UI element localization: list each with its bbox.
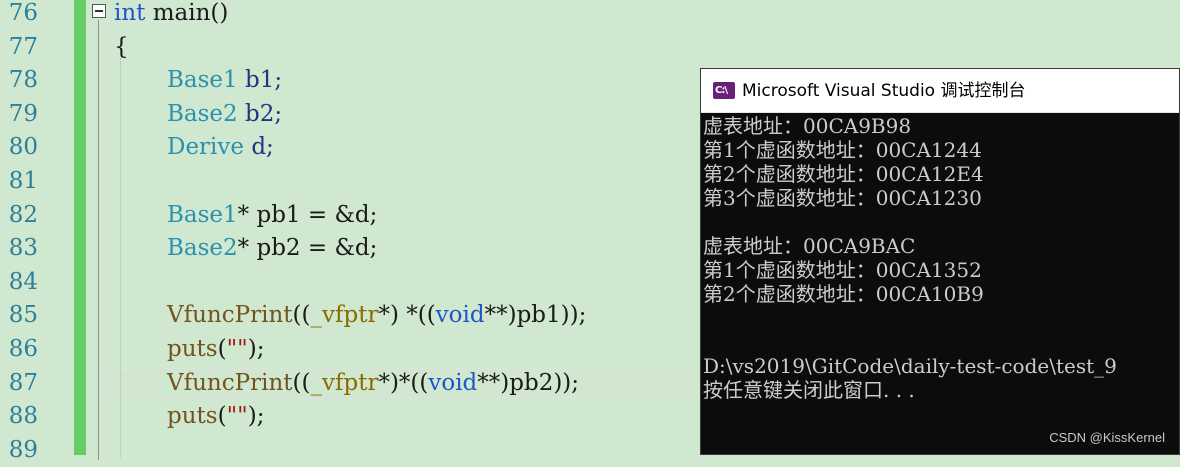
visual-studio-console-icon: C:\ [713,82,735,99]
line-number: 83 [8,235,38,262]
keyword: void [428,369,478,396]
function-name: VfuncPrint [167,302,293,329]
code-text: { [114,33,129,60]
type-name: _vfptr [310,369,379,396]
fold-outline [98,20,99,460]
type-name: _vfptr [310,302,379,329]
line-number: 89 [8,436,38,463]
console-line: 虚表地址：00CA9B98 [703,114,912,138]
code-text: b1; [237,67,283,94]
keyword: int [114,0,146,26]
line-number: 79 [8,100,38,127]
type-name: Base1 [167,201,238,228]
line-number: 85 [8,302,38,329]
line-number: 76 [8,0,38,26]
console-line: 第3个虚函数地址：00CA1230 [703,186,982,210]
console-titlebar[interactable]: C:\ Microsoft Visual Studio 调试控制台 [701,69,1179,113]
function-name: puts [167,403,218,430]
code-text: main() [145,0,229,26]
code-text: ); [247,336,265,362]
code-line-88[interactable]: puts(""); [167,400,264,433]
code-line-85[interactable]: VfuncPrint((_vfptr*) *((void**)pb1)); [167,299,586,332]
code-text: (( [292,302,311,329]
code-text: ( [217,336,227,362]
console-line: 第2个虚函数地址：00CA10B9 [703,282,984,306]
line-number: 81 [8,168,38,194]
code-text: * pb1 = &d; [237,201,378,228]
collapse-icon[interactable] [92,4,106,18]
type-name: Derive [167,134,245,161]
code-text: b2; [237,100,283,127]
code-line-80[interactable]: Derive d; [167,131,274,164]
debug-console-window[interactable]: C:\ Microsoft Visual Studio 调试控制台 虚表地址：0… [700,68,1180,455]
type-name: Base1 [167,67,238,94]
code-text: * pb2 = &d; [237,235,378,262]
code-text: *) *(( [378,302,436,329]
watermark: CSDN @KissKernel [1049,430,1165,445]
code-line-87[interactable]: VfuncPrint((_vfptr*)*((void**)pb2)); [167,367,579,400]
console-line: 第1个虚函数地址：00CA1244 [703,138,982,162]
line-number: 82 [8,201,38,228]
console-title: Microsoft Visual Studio 调试控制台 [742,81,1026,101]
code-text: d; [244,134,274,161]
code-line-76[interactable]: int main() [114,0,228,30]
string-literal: "" [226,403,248,430]
line-number: 78 [8,67,38,94]
icon-label: C:\ [715,85,728,96]
code-line-79[interactable]: Base2 b2; [167,98,282,131]
console-line: 第2个虚函数地址：00CA12E4 [703,162,984,186]
change-tracking-bar [74,0,86,455]
code-text: (( [292,369,311,396]
code-text: ( [217,403,227,430]
code-text: ); [247,403,265,430]
code-text: **)pb2)); [477,369,580,396]
code-line-83[interactable]: Base2* pb2 = &d; [167,232,377,265]
code-line-78[interactable]: Base1 b1; [167,64,282,97]
line-number: 84 [8,268,38,295]
string-literal: "" [226,336,248,362]
line-number: 86 [8,336,38,362]
type-name: Base2 [167,100,238,127]
console-line: 虚表地址：00CA9BAC [703,234,916,258]
console-line: 第1个虚函数地址：00CA1352 [703,258,982,282]
code-text: *)*(( [378,369,429,396]
line-number: 87 [8,369,38,396]
line-number: 80 [8,134,38,161]
code-line-82[interactable]: Base1* pb1 = &d; [167,199,377,232]
line-number: 77 [8,33,38,60]
code-line-86[interactable]: puts(""); [167,333,264,366]
line-number: 88 [8,403,38,430]
type-name: Base2 [167,235,238,262]
console-output[interactable]: 虚表地址：00CA9B98 第1个虚函数地址：00CA1244 第2个虚函数地址… [703,114,1179,454]
keyword: void [435,302,485,329]
line-number-gutter: 76 77 78 79 80 81 82 83 84 85 86 87 88 8… [0,0,62,463]
code-text: **)pb1)); [484,302,587,329]
function-name: puts [167,336,218,362]
console-line: D:\vs2019\GitCode\daily-test-code\test_9 [703,354,1117,378]
console-line: 按任意键关闭此窗口. . . [703,378,915,402]
function-name: VfuncPrint [167,369,293,396]
code-line-77[interactable]: { [114,31,129,64]
